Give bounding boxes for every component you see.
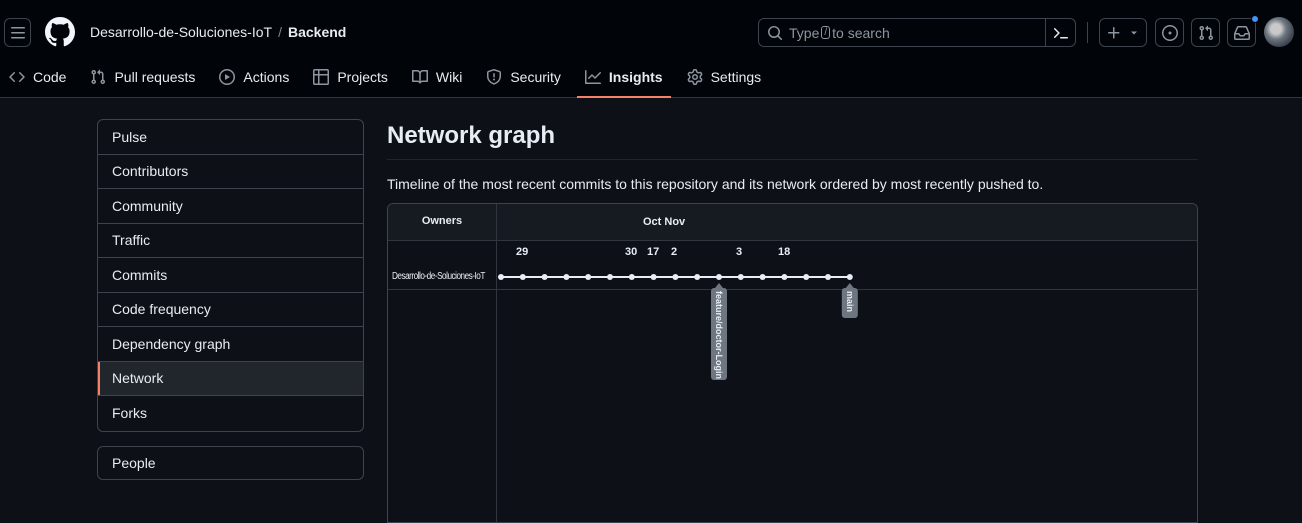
commit-graph[interactable]: feature/doctor-Login main xyxy=(388,204,1198,523)
code-icon xyxy=(9,69,25,85)
commit-dot[interactable] xyxy=(563,274,570,280)
book-icon xyxy=(411,69,428,85)
commit-dot[interactable] xyxy=(803,274,810,280)
create-new-button[interactable] xyxy=(1099,18,1147,47)
sidebar-item-people[interactable]: People xyxy=(97,446,364,480)
tab-actions[interactable]: Actions xyxy=(211,58,297,96)
tab-label: Security xyxy=(510,69,561,85)
tab-label: Wiki xyxy=(435,69,463,85)
global-header: Desarrollo-de-Soluciones-IoT / Backend Typ… xyxy=(0,0,1302,98)
tab-settings[interactable]: Settings xyxy=(679,58,770,96)
tab-label: Projects xyxy=(337,69,388,85)
tab-insights[interactable]: Insights xyxy=(576,58,671,98)
tab-code[interactable]: Code xyxy=(0,58,74,96)
notification-indicator xyxy=(1251,15,1259,23)
search-placeholder-prefix: Type xyxy=(789,24,820,41)
tab-label: Code xyxy=(33,69,67,85)
plus-icon xyxy=(1108,26,1120,38)
commit-dot[interactable] xyxy=(650,274,657,280)
search-icon xyxy=(767,25,783,41)
table-icon xyxy=(313,69,330,85)
pull-request-icon xyxy=(90,69,106,85)
pull-request-icon xyxy=(1198,25,1213,40)
search-placeholder-suffix: to search xyxy=(832,24,890,41)
commit-dot[interactable] xyxy=(716,274,722,280)
branch-name: feature/doctor-Login xyxy=(714,291,724,379)
commit-dot[interactable] xyxy=(519,274,526,280)
commit-dot[interactable] xyxy=(759,274,766,280)
sidebar-item-pulse[interactable]: Pulse xyxy=(98,120,363,155)
avatar[interactable] xyxy=(1264,17,1294,47)
hamburger-icon xyxy=(10,26,25,38)
tab-wiki[interactable]: Wiki xyxy=(404,58,470,96)
notifications-button[interactable] xyxy=(1227,15,1259,47)
repo-link[interactable]: Backend xyxy=(288,24,346,40)
sidebar-item-dependency-graph[interactable]: Dependency graph xyxy=(98,327,363,362)
search-input[interactable]: Type / to search xyxy=(758,18,1076,47)
sidebar-item-network[interactable]: Network xyxy=(98,361,363,396)
insights-sidebar: Pulse Contributors Community Traffic Com… xyxy=(97,119,364,432)
page-title: Network graph xyxy=(387,122,556,149)
title-divider xyxy=(387,159,1198,160)
shield-icon xyxy=(486,69,502,85)
tab-security[interactable]: Security xyxy=(478,58,569,96)
sidebar-item-commits[interactable]: Commits xyxy=(98,258,363,293)
sidebar-item-forks[interactable]: Forks xyxy=(98,396,363,431)
commit-dot[interactable] xyxy=(541,274,548,280)
play-icon xyxy=(219,69,236,85)
menu-button[interactable] xyxy=(4,18,31,47)
command-palette-button[interactable] xyxy=(1045,19,1075,46)
commit-dot[interactable] xyxy=(498,274,504,280)
page-description: Timeline of the most recent commits to t… xyxy=(387,176,1044,192)
network-graph[interactable]: Owners Oct Nov Desarrollo-de-Soluciones-… xyxy=(387,203,1198,523)
terminal-icon xyxy=(1053,27,1068,38)
header-divider xyxy=(1087,22,1088,43)
sidebar-item-code-frequency[interactable]: Code frequency xyxy=(98,293,363,327)
commit-dot[interactable] xyxy=(607,274,613,280)
commit-dot[interactable] xyxy=(781,274,788,280)
commit-dot[interactable] xyxy=(846,274,853,280)
breadcrumb-separator: / xyxy=(278,24,282,40)
branch-label[interactable]: main xyxy=(841,283,858,318)
sidebar-item-contributors[interactable]: Contributors xyxy=(98,155,363,189)
tab-label: Settings xyxy=(710,69,762,85)
commit-dot[interactable] xyxy=(628,274,635,280)
github-logo-icon[interactable] xyxy=(45,17,75,47)
pull-requests-button[interactable] xyxy=(1191,18,1220,47)
commit-dot[interactable] xyxy=(585,274,592,280)
org-link[interactable]: Desarrollo-de-Soluciones-IoT xyxy=(90,24,272,40)
issues-button[interactable] xyxy=(1155,18,1184,47)
issue-icon xyxy=(1161,24,1178,41)
tab-label: Pull requests xyxy=(114,69,196,85)
commit-dot[interactable] xyxy=(694,274,701,280)
repo-nav-tabs: Code Pull requests Actions Projects Wiki… xyxy=(0,58,777,98)
graph-icon xyxy=(584,69,601,85)
search-shortcut-key: / xyxy=(821,26,831,39)
branch-label-pointer xyxy=(715,283,723,288)
branch-label-pointer xyxy=(845,283,854,288)
breadcrumb: Desarrollo-de-Soluciones-IoT / Backend xyxy=(90,24,346,40)
tab-label: Actions xyxy=(243,69,290,85)
chevron-down-icon xyxy=(1131,31,1137,34)
sidebar-item-traffic[interactable]: Traffic xyxy=(98,224,363,258)
commit-dot[interactable] xyxy=(825,274,831,280)
sidebar-item-community[interactable]: Community xyxy=(98,189,363,224)
tab-pull-requests[interactable]: Pull requests xyxy=(82,58,203,96)
commit-dot[interactable] xyxy=(672,274,679,280)
branch-name: main xyxy=(845,291,855,312)
branch-label[interactable]: feature/doctor-Login xyxy=(711,283,727,380)
tab-projects[interactable]: Projects xyxy=(305,58,396,96)
inbox-icon xyxy=(1233,25,1250,40)
gear-icon xyxy=(687,69,703,85)
commit-dot[interactable] xyxy=(737,274,744,280)
tab-label: Insights xyxy=(608,69,663,85)
